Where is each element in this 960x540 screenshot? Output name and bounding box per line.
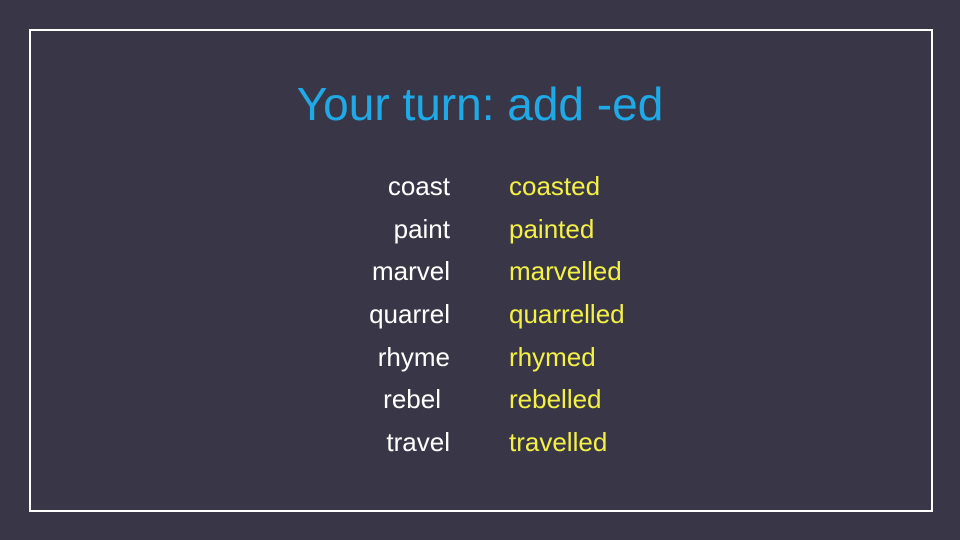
past-tense-word: travelled [509,427,608,457]
word-row: quarrel quarrelled [0,293,960,335]
slide-title: Your turn: add -ed [296,78,664,130]
base-word: quarrel [369,299,450,329]
past-tense-word: marvelled [509,256,622,286]
word-row: marvel marvelled [0,250,960,292]
past-tense-word: quarrelled [509,299,625,329]
base-word: coast [387,171,450,201]
base-word: travel [386,427,450,457]
word-row: rebel rebelled [0,378,960,420]
base-word: rhyme [377,342,450,372]
word-row: coast coasted [0,165,960,207]
base-word: marvel [371,256,450,286]
past-tense-word: rebelled [509,384,602,414]
word-row: paint painted [0,208,960,250]
base-word: paint [393,214,450,244]
word-row: rhyme rhymed [0,336,960,378]
past-tense-word: coasted [509,171,601,201]
past-tense-word: rhymed [509,342,596,372]
word-row: travel travelled [0,421,960,463]
base-word: rebel [383,384,441,414]
past-tense-word: painted [509,214,595,244]
